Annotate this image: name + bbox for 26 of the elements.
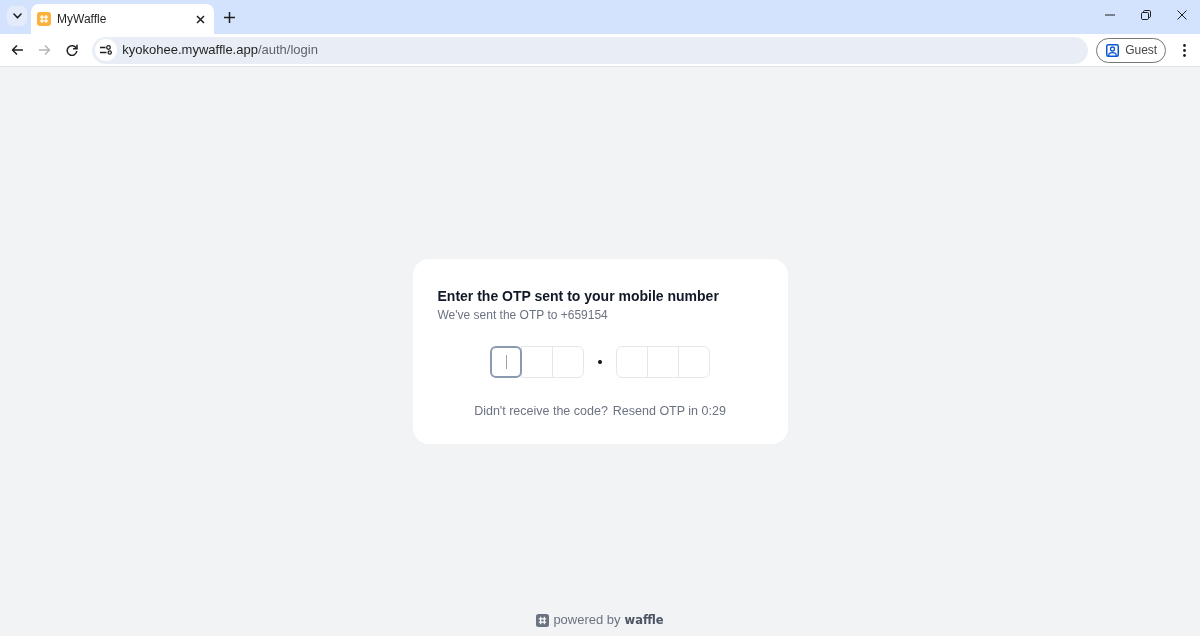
person-icon <box>1106 43 1120 57</box>
text-cursor-icon <box>505 355 507 369</box>
separator-dot-icon <box>598 360 602 364</box>
browser-tab[interactable]: MyWaffle <box>31 4 214 34</box>
close-icon[interactable] <box>1177 10 1187 20</box>
tab-search-button[interactable] <box>7 6 27 26</box>
sliders-icon <box>100 45 113 55</box>
powered-by-text: powered by <box>553 612 621 628</box>
back-arrow-icon[interactable] <box>10 44 23 56</box>
otp-heading: Enter the OTP sent to your mobile number <box>437 287 720 305</box>
resend-prompt: Didn't receive the code? <box>474 403 608 419</box>
brand-wordmark: waffle <box>624 612 664 628</box>
address-bar[interactable]: kyokohee.mywaffle.app/auth/login <box>92 36 1089 64</box>
hash-tile-icon <box>37 12 51 26</box>
reload-icon[interactable] <box>66 44 79 56</box>
close-icon[interactable] <box>196 14 205 24</box>
otp-digit-field[interactable] <box>490 346 522 378</box>
kebab-menu-icon[interactable] <box>1182 43 1186 57</box>
restore-icon[interactable] <box>1141 10 1151 20</box>
site-info-button[interactable] <box>95 39 118 61</box>
hash-tile-icon <box>536 613 550 627</box>
resend-countdown: Resend OTP in 0:29 <box>612 403 726 419</box>
plus-icon[interactable] <box>223 11 235 23</box>
chevron-down-icon <box>12 13 22 19</box>
otp-sent-message: We've sent the OTP to +659154 <box>437 307 609 323</box>
profile-button[interactable]: Guest <box>1096 37 1167 63</box>
